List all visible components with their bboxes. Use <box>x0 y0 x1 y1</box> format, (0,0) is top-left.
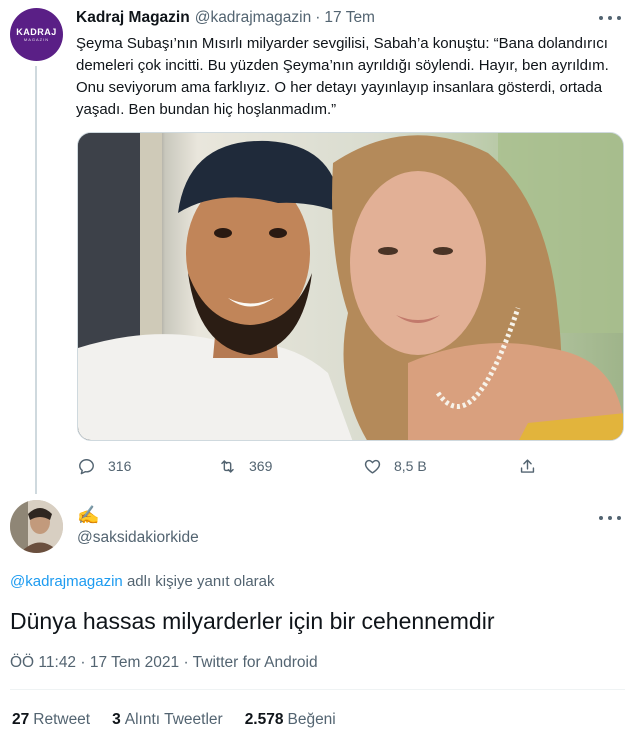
avatar-logo-text: KADRAJ <box>16 27 57 37</box>
user-avatar-photo-icon <box>10 500 63 553</box>
thread-line <box>35 66 37 494</box>
quotes-stat[interactable]: 3 Alıntı Tweetler <box>112 711 223 729</box>
parent-tweet-actions: 316 369 8,5 B <box>77 455 547 477</box>
likes-stat[interactable]: 2.578 Beğeni <box>245 711 336 729</box>
avatar-kadraj[interactable]: KADRAJ MAGAZIN <box>10 8 63 61</box>
parent-handle[interactable]: @kadrajmagazin <box>195 9 312 27</box>
more-options-icon-main[interactable] <box>599 511 621 525</box>
parent-tweet-text: Şeyma Subaşı’nın Mısırlı milyarder sevgi… <box>76 35 609 118</box>
retweet-action[interactable]: 369 <box>218 455 272 477</box>
photo-couple-selfie-icon <box>78 133 623 440</box>
more-options-icon[interactable] <box>599 11 621 25</box>
avatar-logo-subtext: MAGAZIN <box>23 37 50 42</box>
parent-tweet-photo[interactable] <box>77 132 624 441</box>
retweet-count: 369 <box>249 458 273 474</box>
parent-display-name[interactable]: Kadraj Magazin <box>76 9 190 27</box>
share-action[interactable] <box>518 455 549 477</box>
retweets-stat[interactable]: 27 Retweet <box>12 711 90 729</box>
retweets-label: Retweet <box>33 711 91 728</box>
main-tweet-text: Dünya hassas milyarderler için bir cehen… <box>10 608 495 634</box>
header-separator: · <box>315 9 321 26</box>
heart-icon <box>364 459 381 474</box>
reply-action[interactable]: 316 <box>77 455 131 477</box>
main-display-name[interactable]: ✍️ <box>77 505 99 525</box>
reply-icon <box>79 458 94 474</box>
retweets-count: 27 <box>12 711 30 728</box>
like-count: 8,5 B <box>394 458 427 474</box>
quotes-count: 3 <box>112 711 121 728</box>
tweet-meta[interactable]: ÖÖ 11:42 · 17 Tem 2021 · Twitter for And… <box>10 654 318 672</box>
parent-tweet-header: Kadraj Magazin @kadrajmagazin · 17 Tem <box>76 8 375 28</box>
avatar-saksidakiorkide[interactable] <box>10 500 63 553</box>
main-handle[interactable]: @saksidakiorkide <box>77 529 199 547</box>
divider <box>10 689 625 690</box>
quotes-label: Alıntı Tweetler <box>124 711 223 728</box>
reply-to-link[interactable]: @kadrajmagazin <box>10 573 123 590</box>
likes-count: 2.578 <box>244 711 284 728</box>
likes-label: Beğeni <box>287 711 336 728</box>
parent-timestamp[interactable]: 17 Tem <box>324 9 375 27</box>
retweet-icon <box>221 459 234 473</box>
replying-to: @kadrajmagazin adlı kişiye yanıt olarak <box>10 573 275 590</box>
share-icon <box>520 458 535 473</box>
reply-prefix-text: adlı kişiye yanıt olarak <box>126 573 275 590</box>
tweet-stats: 27 Retweet 3 Alıntı Tweetler 2.578 Beğeni <box>12 711 358 729</box>
reply-count: 316 <box>108 458 132 474</box>
like-action[interactable]: 8,5 B <box>363 455 427 477</box>
